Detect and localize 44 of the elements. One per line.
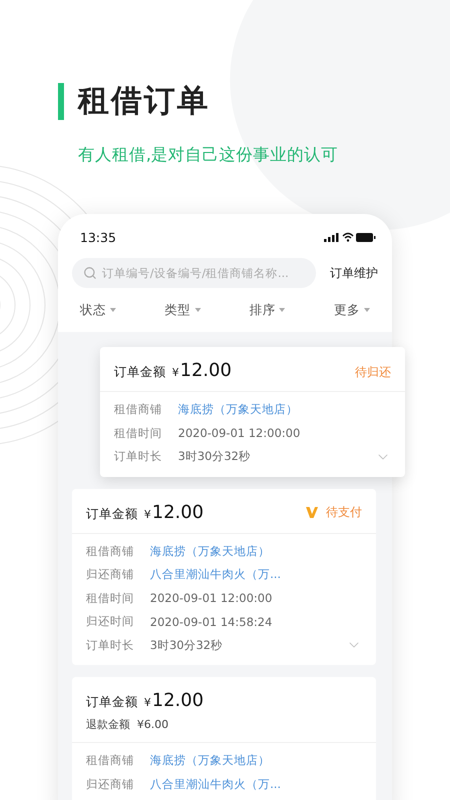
page-subtitle: 有人租借,是对自己这份事业的认可 [78, 144, 340, 166]
field-value: 2020-09-01 12:00:00 [178, 426, 300, 440]
caret-icon [364, 308, 370, 312]
field-label: 归还商铺 [86, 776, 135, 792]
field-value: 2020-09-01 12:00:00 [150, 591, 272, 606]
status-time: 13:35 [80, 230, 116, 244]
filter-dropdown[interactable]: 排序 [249, 302, 286, 318]
order-amount: 12.00 [152, 690, 204, 711]
order-status: 待支付 [326, 504, 362, 520]
refund-amount: 退款金额 ¥6.00 [86, 717, 170, 732]
order-amount: 12.00 [180, 360, 232, 381]
field-label: 订单时长 [114, 449, 163, 464]
amount-label: 订单金额 [86, 506, 138, 522]
amount-label: 订单金额 [114, 364, 166, 381]
caret-icon [194, 308, 201, 312]
currency-sign: ¥ [172, 366, 179, 379]
amount-label: 订单金额 [86, 694, 138, 711]
field-label: 归还时间 [86, 614, 135, 630]
field-label: 归还商铺 [86, 567, 135, 582]
field-value: 3时30分32秒 [150, 638, 223, 653]
status-icons-drawing [324, 232, 376, 242]
page-title: 租借订单 [78, 82, 210, 121]
field-label: 租借商铺 [114, 402, 163, 418]
order-card[interactable]: 订单金额 ¥12.00 待支付 租借商铺 海底捞（万象天地店） 归还商铺 八合里潮汕牛肉火（万... 租借时间 2020-09-01 12:00:00 归还时间 2020-09-01 14:58:24 订单时长 3时30分32秒 [72, 488, 376, 665]
field-label: 租借商铺 [86, 753, 135, 768]
order-card[interactable]: 订单金额 ¥12.00 待归还 租借商铺 海底捞（万象天地店） 租借时间 2020-09-01 12:00:00 订单时长 3时30分32秒 [100, 347, 405, 476]
field-label: 订单时长 [86, 638, 135, 653]
order-status: 待归还 [355, 364, 391, 381]
order-maintenance-link[interactable]: 订单维护 [330, 264, 378, 282]
order-amount: 12.00 [152, 502, 204, 522]
currency-sign: ¥ [144, 696, 151, 709]
caret-icon [110, 308, 116, 312]
filter-dropdown[interactable]: 状态 [80, 302, 116, 318]
field-label: 租借时间 [114, 426, 163, 441]
search-icon [83, 266, 97, 280]
field-value: 3时30分32秒 [178, 449, 251, 464]
field-value: 2020-09-01 14:58:24 [150, 614, 272, 629]
currency-sign: ¥ [144, 508, 151, 520]
search-field[interactable]: 订单编号/设备编号/租借商铺名称... [72, 258, 316, 288]
filter-dropdown[interactable]: 类型 [164, 302, 201, 318]
caret-icon [279, 308, 286, 312]
filter-dropdown[interactable]: 更多 [334, 302, 370, 318]
field-label: 租借时间 [86, 590, 135, 606]
field-label: 租借商铺 [86, 544, 135, 559]
